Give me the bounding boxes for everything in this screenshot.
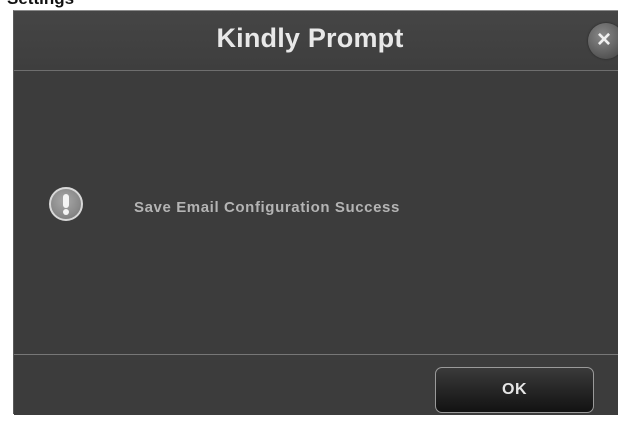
status-message: Save Email Configuration Success [134, 199, 400, 216]
dialog-title-bar: Kindly Prompt × [14, 11, 618, 71]
ok-button[interactable]: OK [435, 367, 594, 413]
exclamation-icon-glyph [63, 194, 69, 215]
dialog-title: Kindly Prompt [216, 23, 404, 53]
exclamation-icon [49, 187, 83, 221]
close-icon[interactable]: × [597, 25, 611, 55]
screenshot-canvas: Settings Kindly Prompt × Save Email Conf… [0, 0, 618, 423]
dialog-footer: OK [14, 355, 618, 415]
close-button[interactable]: × [588, 23, 618, 59]
cropped-heading-fragment: Settings [0, 0, 140, 8]
kindly-prompt-dialog: Kindly Prompt × Save Email Configuration… [13, 10, 618, 415]
dialog-body: Save Email Configuration Success [14, 71, 618, 354]
cropped-heading-text: Settings [7, 0, 74, 8]
